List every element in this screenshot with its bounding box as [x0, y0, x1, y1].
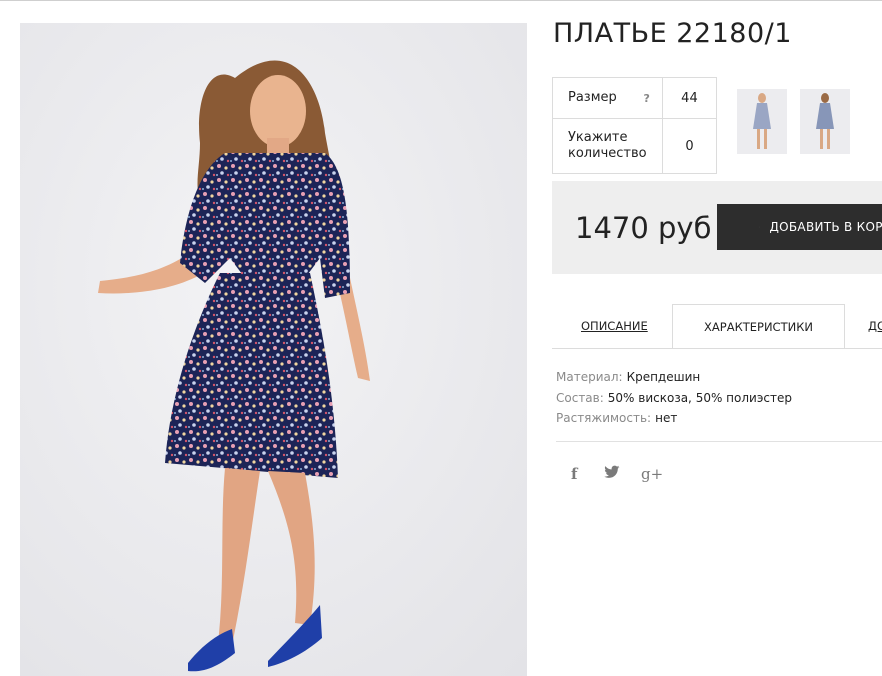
model-in-dress-illustration — [20, 23, 527, 676]
dress-thumbnail-2[interactable] — [800, 89, 850, 154]
product-options-table: Размер ? 44 Укажите количество 0 — [552, 77, 718, 174]
top-border — [0, 0, 882, 3]
quantity-input[interactable]: 0 — [661, 118, 718, 174]
characteristics-list: Материал: Крепдешин Состав: 50% вискоза, 5… — [556, 367, 792, 429]
spec-label: Состав: — [556, 390, 604, 405]
spec-row-stretch: Растяжимость: нет — [556, 408, 792, 429]
twitter-icon[interactable] — [604, 465, 620, 483]
size-label: Размер — [568, 89, 617, 105]
quantity-label: Укажите количество — [552, 118, 663, 174]
tab-description[interactable]: ОПИСАНИЕ — [581, 304, 648, 348]
spec-label: Материал: — [556, 370, 623, 384]
spec-value: 50% вискоза, 50% полиэстер — [607, 390, 793, 405]
product-tabs: ОПИСАНИЕ ХАРАКТЕРИСТИКИ ДОСТАВКА — [552, 304, 882, 349]
spec-value: нет — [655, 411, 678, 425]
spec-row-material: Материал: Крепдешин — [556, 367, 792, 388]
product-price: 1470 руб — [575, 211, 712, 245]
size-select[interactable]: 44 — [661, 77, 718, 119]
twitter-bird-icon — [604, 465, 620, 478]
size-help-icon[interactable]: ? — [644, 91, 650, 107]
spec-label: Растяжимость: — [556, 411, 652, 425]
spec-row-composition: Состав: 50% вискоза, 50% полиэстер — [556, 388, 792, 409]
size-label-cell: Размер ? — [552, 77, 663, 119]
quantity-row: Укажите количество 0 — [552, 118, 718, 174]
product-title: ПЛАТЬЕ 22180/1 — [553, 18, 792, 49]
tab-characteristics[interactable]: ХАРАКТЕРИСТИКИ — [672, 304, 845, 348]
product-main-image[interactable] — [20, 23, 527, 676]
divider — [556, 441, 882, 442]
add-to-cart-label: ДОБАВИТЬ В КОРЗИНУ — [769, 220, 882, 234]
thumbnail-1-illustration — [753, 93, 771, 149]
add-to-cart-button[interactable]: ДОБАВИТЬ В КОРЗИНУ — [717, 204, 882, 250]
dress-thumbnail-1[interactable] — [737, 89, 787, 154]
price-box: 1470 руб ДОБАВИТЬ В КОРЗИНУ — [552, 181, 882, 274]
tab-delivery[interactable]: ДОСТАВКА — [868, 304, 882, 348]
google-plus-icon[interactable]: g+ — [641, 465, 663, 483]
size-row: Размер ? 44 — [552, 77, 718, 119]
facebook-icon[interactable]: f — [571, 465, 577, 483]
thumbnail-2-illustration — [816, 93, 834, 149]
spec-value: Крепдешин — [626, 370, 701, 384]
